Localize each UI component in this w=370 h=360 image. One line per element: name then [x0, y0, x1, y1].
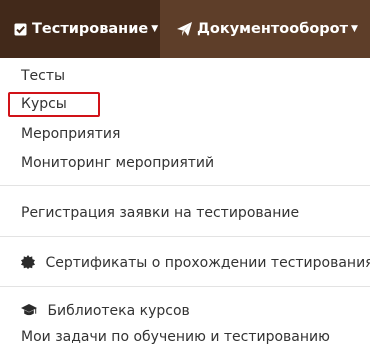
menu-item-label: Мероприятия: [21, 126, 121, 142]
tab-testing[interactable]: Тестирование ▼: [0, 0, 160, 58]
menu-item-label: Мониторинг мероприятий: [21, 155, 215, 171]
check-square-icon: [14, 23, 27, 36]
menu-item-testing-application[interactable]: Регистрация заявки на тестирование: [21, 201, 299, 225]
tab-document-flow-label: Документооборот: [197, 21, 349, 37]
certificate-icon: [21, 253, 35, 277]
menu-divider: [0, 185, 370, 186]
menu-item-label: Тесты: [21, 68, 66, 84]
menu-item-events-monitoring[interactable]: Мониторинг мероприятий: [21, 151, 214, 175]
menu-divider: [0, 286, 370, 287]
menu-item-label: Сертификаты о прохождении тестирования: [45, 255, 370, 271]
menu-item-events[interactable]: Мероприятия: [21, 122, 120, 146]
menu-item-label: Регистрация заявки на тестирование: [21, 205, 300, 221]
chevron-down-icon: ▼: [151, 24, 159, 34]
tab-testing-label: Тестирование: [32, 21, 149, 37]
menu-item-label: Мои задачи по обучению и тестированию: [21, 329, 330, 345]
menu-item-tests[interactable]: Тесты: [21, 64, 65, 88]
tab-document-flow[interactable]: Документооборот ▼: [160, 0, 370, 58]
highlight-box: [8, 92, 100, 117]
graduation-cap-icon: [21, 301, 37, 325]
paper-plane-icon: [177, 22, 192, 36]
menu-item-course-library[interactable]: Библиотека курсов: [21, 299, 190, 323]
menu-item-label: Библиотека курсов: [47, 303, 190, 319]
menu-item-my-tasks[interactable]: Мои задачи по обучению и тестированию: [21, 325, 330, 349]
menu-item-certificates[interactable]: Сертификаты о прохождении тестирования: [21, 251, 370, 275]
menu-divider: [0, 236, 370, 237]
top-navbar: Тестирование ▼ Документооборот ▼: [0, 0, 370, 58]
chevron-down-icon: ▼: [351, 24, 358, 34]
